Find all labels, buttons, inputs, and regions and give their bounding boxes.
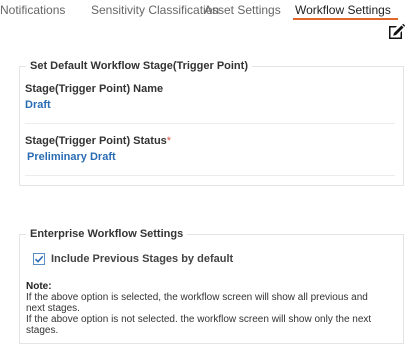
tab-sensitivity-classification[interactable]: Sensitivity Classification [91, 3, 219, 17]
stage-status-value[interactable]: Preliminary Draft [27, 150, 116, 164]
include-previous-checkbox[interactable] [33, 253, 45, 265]
tab-asset-settings[interactable]: Asset Settings [204, 3, 281, 17]
note-line-not-selected: If the above option is not selected. the… [26, 314, 372, 336]
workflow-settings-page: Notifications Sensitivity Classification… [0, 0, 409, 348]
include-previous-label[interactable]: Include Previous Stages by default [51, 252, 233, 266]
required-marker: * [166, 135, 172, 147]
default-stage-legend: Set Default Workflow Stage(Trigger Point… [26, 59, 252, 73]
checkmark-icon [34, 255, 44, 263]
stage-name-label: Stage(Trigger Point) Name [25, 83, 164, 95]
stage-name-value[interactable]: Draft [25, 98, 51, 112]
active-tab-indicator [293, 18, 398, 20]
stage-status-label-text: Stage(Trigger Point) Status [25, 135, 167, 147]
field-divider [25, 175, 395, 176]
tab-workflow-settings[interactable]: Workflow Settings [295, 3, 391, 17]
settings-tab-bar: Notifications Sensitivity Classification… [0, 0, 409, 20]
enterprise-workflow-fieldset: Enterprise Workflow Settings Include Pre… [19, 227, 404, 344]
default-stage-fieldset: Set Default Workflow Stage(Trigger Point… [19, 59, 404, 186]
enterprise-workflow-legend: Enterprise Workflow Settings [26, 227, 188, 241]
tab-notifications[interactable]: Notifications [0, 3, 65, 17]
note-line-selected: If the above option is selected, the wor… [26, 292, 368, 314]
field-divider [25, 123, 395, 124]
stage-status-label: Stage(Trigger Point) Status* [25, 134, 171, 148]
pencil-edit-icon[interactable] [386, 22, 406, 42]
